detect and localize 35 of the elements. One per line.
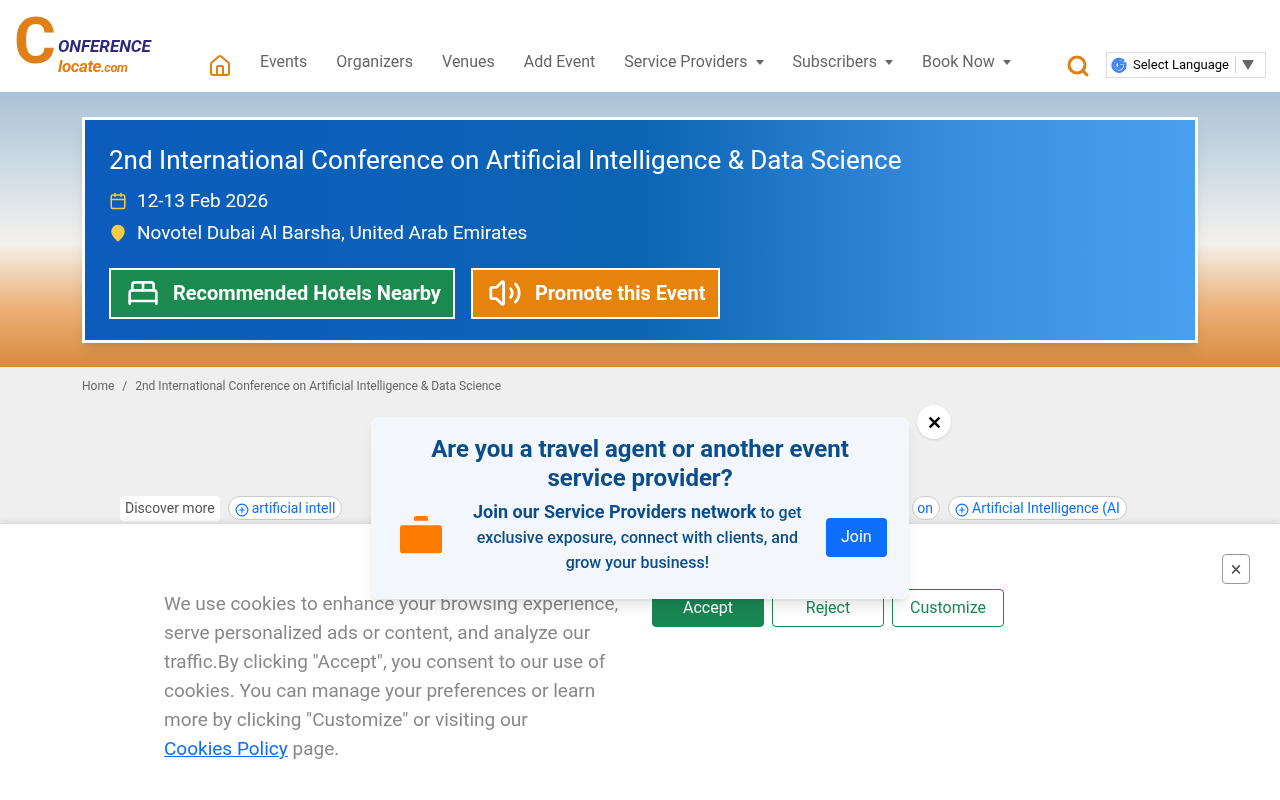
language-select[interactable]: Select Language [1106, 52, 1266, 78]
popup-text: Join our Service Providers network to get exclusive exposure, connect with clients, and grow your business! [472, 500, 803, 574]
breadcrumb-item[interactable]: Home [82, 377, 115, 395]
popup-title: Are you a travel agent or another event service provider? [430, 435, 850, 493]
join-button[interactable]: Join [825, 517, 887, 557]
tag-pill[interactable]: Artificial Intelligence (AI [948, 496, 1127, 520]
cookie-option-button[interactable]: Customize [892, 589, 1004, 627]
nav-link[interactable]: Add Event [523, 50, 596, 74]
plus-circle-icon [234, 502, 249, 517]
map-pin-icon [109, 223, 127, 244]
nav-link[interactable]: Subscribers [792, 50, 893, 74]
home-icon[interactable] [208, 54, 232, 78]
tag-pill[interactable]: on [912, 496, 940, 520]
nav-link[interactable]: Organizers [336, 50, 414, 74]
language-label: Select Language [1133, 56, 1229, 75]
plus-circle-icon [955, 502, 969, 517]
google-icon [1111, 57, 1127, 73]
hotels-button[interactable]: Recommended Hotels Nearby [109, 267, 455, 319]
tag-pill[interactable]: artificial intell [227, 496, 343, 520]
breadcrumb-separator: / [122, 378, 128, 395]
cookies-policy-link[interactable]: Cookies Policy [164, 737, 288, 760]
breadcrumb-item: 2nd International Conference on Artificial Intelligence & Data Science [135, 378, 501, 395]
nav-link[interactable]: Service Providers [624, 50, 764, 74]
nav-link[interactable]: Events [260, 50, 308, 74]
event-title: 2nd International Conference on Artificial Intelligence & Data Science [109, 144, 903, 177]
nav-link[interactable]: Venues [442, 50, 495, 74]
event-venue: Novotel Dubai Al Barsha, United Arab Emirates [137, 220, 528, 246]
search-icon[interactable] [1066, 54, 1090, 78]
popup-close-button[interactable]: ✕ [917, 405, 951, 439]
nav-link[interactable]: Book Now [921, 50, 1011, 74]
close-button[interactable]: × [1222, 554, 1250, 584]
discover-label: Discover more [120, 495, 220, 521]
calendar-icon [109, 190, 127, 211]
dropdown-arrow-icon [1241, 60, 1254, 70]
event-date: 12-13 Feb 2026 [137, 187, 269, 214]
